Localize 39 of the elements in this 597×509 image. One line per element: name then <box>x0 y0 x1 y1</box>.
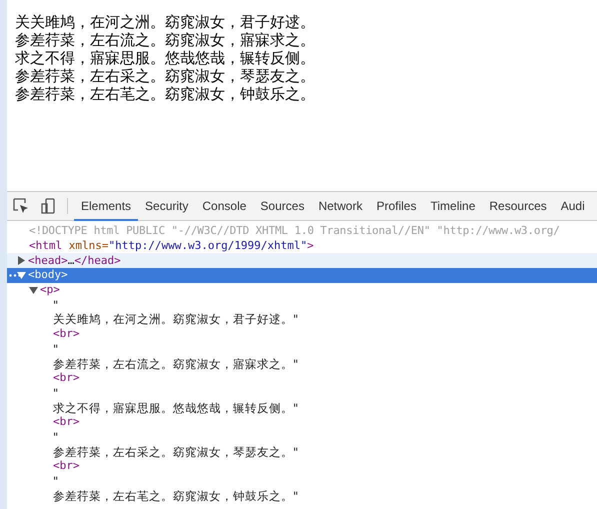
text-node[interactable]: 参差荇菜，左右芼之。窈窕淑女，钟鼓乐之。" <box>53 488 298 503</box>
devtools-tab[interactable]: Profiles <box>369 192 424 221</box>
element-node[interactable]: <br> <box>53 415 80 430</box>
text-node[interactable]: 参差荇菜，左右流之。窈窕淑女，寤寐求之。" <box>53 356 298 371</box>
element-node[interactable]: <br> <box>53 371 80 386</box>
poem-line: 参差荇菜，左右流之。窈窕淑女，寤寐求之。 <box>15 31 315 49</box>
collapsed-arrow-icon[interactable] <box>17 256 26 266</box>
poem-line: 参差荇菜，左右芼之。窈窕淑女，钟鼓乐之。 <box>15 85 315 103</box>
text-node[interactable]: " <box>53 386 58 400</box>
text-node[interactable]: " <box>53 474 58 488</box>
element-node[interactable]: <p> <box>40 283 60 298</box>
text-node[interactable]: 参差荇菜，左右采之。窈窕淑女，琴瑟友之。" <box>53 444 298 459</box>
text-node[interactable]: 求之不得，寤寐思服。悠哉悠哉，辗转反侧。" <box>53 400 298 415</box>
expanded-arrow-icon[interactable] <box>29 286 38 295</box>
devtools-tab[interactable]: Sources <box>253 192 312 221</box>
devtools-tab[interactable]: Audi <box>554 192 592 221</box>
element-node[interactable]: <head>…</head> <box>28 254 121 268</box>
devtools-tab[interactable]: Elements <box>74 192 138 221</box>
devtools-tab[interactable]: Console <box>195 192 254 221</box>
device-icon[interactable] <box>40 198 54 214</box>
element-node[interactable]: <html xmlns="http://www.w3.org/1999/xhtml"> <box>29 239 314 254</box>
element-node[interactable]: <br> <box>53 327 80 342</box>
poem-line: 参差荇菜，左右采之。窈窕淑女，琴瑟友之。 <box>15 67 315 85</box>
poem-line: 求之不得，寤寐思服。悠哉悠哉，辗转反侧。 <box>15 49 315 67</box>
devtools-tab[interactable]: Resources <box>482 192 554 221</box>
selected-row[interactable]: <body> <box>7 268 597 283</box>
text-node[interactable]: " <box>53 430 58 444</box>
devtools-tab[interactable]: Timeline <box>423 192 482 221</box>
text-node[interactable]: " <box>53 298 58 312</box>
text-node[interactable]: " <box>53 342 58 356</box>
devtools-tab[interactable]: Network <box>311 192 370 221</box>
text-node[interactable]: 关关雎鸠，在河之洲。窈窕淑女，君子好逑。" <box>53 312 298 326</box>
element-node[interactable]: <br> <box>53 459 80 474</box>
element-node[interactable]: <body> <box>28 268 68 282</box>
inspect-icon[interactable] <box>12 198 28 214</box>
expanded-arrow-icon[interactable] <box>17 270 26 280</box>
more-icon[interactable] <box>9 274 21 278</box>
poem-line: 关关雎鸠，在河之洲。窈窕淑女，君子好逑。 <box>15 13 315 31</box>
devtools-tab[interactable]: Security <box>138 192 196 221</box>
